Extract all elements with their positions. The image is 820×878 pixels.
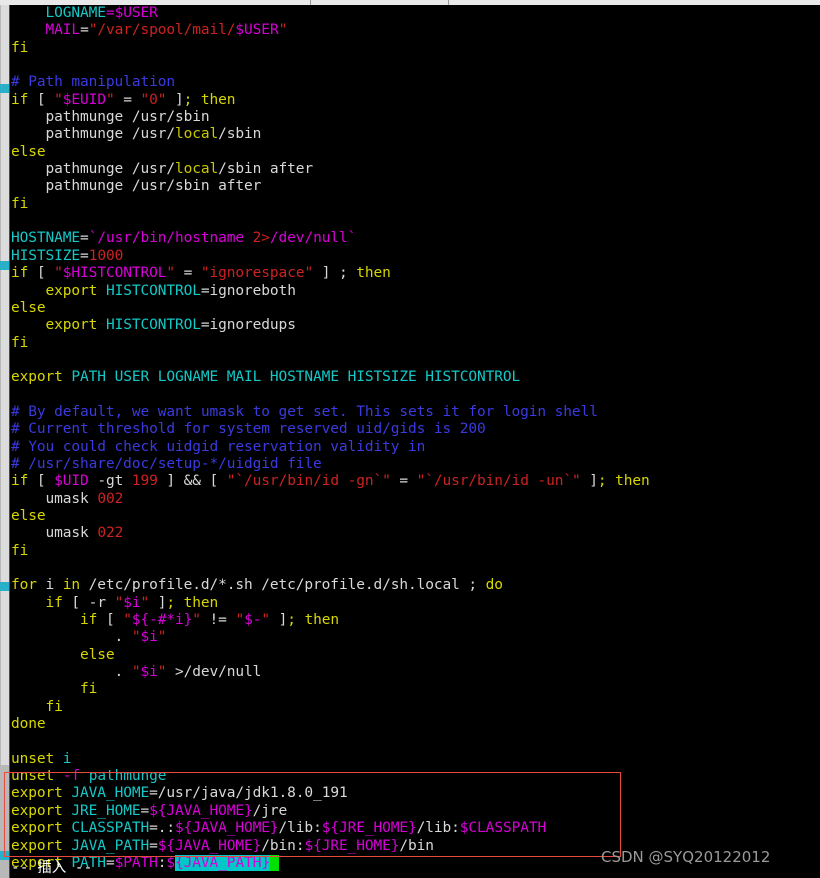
bracket-match-highlight: {JAVA_PATH}: [175, 854, 270, 871]
code-line[interactable]: else: [11, 300, 820, 317]
code-line[interactable]: for i in /etc/profile.d/*.sh /etc/profil…: [11, 577, 820, 594]
code-line-classpath[interactable]: export CLASSPATH=.:${JAVA_HOME}/lib:${JR…: [11, 820, 820, 837]
scrollbar-marker[interactable]: [0, 261, 9, 270]
code-line[interactable]: fi: [11, 335, 820, 352]
code-line[interactable]: done: [11, 716, 820, 733]
code-line[interactable]: fi: [11, 681, 820, 698]
scrollbar-marker[interactable]: [0, 84, 9, 93]
code-line-blank[interactable]: [11, 560, 820, 577]
text-cursor: [269, 854, 279, 871]
scrollbar-marker[interactable]: [0, 851, 9, 860]
code-line[interactable]: else: [11, 508, 820, 525]
code-line-blank[interactable]: [11, 213, 820, 230]
code-line[interactable]: # Path manipulation: [11, 74, 820, 91]
vim-status-line: -- 插入 --: [11, 860, 93, 876]
code-line[interactable]: if [ -r "$i" ]; then: [11, 595, 820, 612]
code-line[interactable]: pathmunge /usr/sbin after: [11, 178, 820, 195]
code-line[interactable]: # Current threshold for system reserved …: [11, 421, 820, 438]
code-line[interactable]: export PATH USER LOGNAME MAIL HOSTNAME H…: [11, 369, 820, 386]
code-line[interactable]: unset -f pathmunge: [11, 768, 820, 785]
code-line-java-home[interactable]: export JAVA_HOME=/usr/java/jdk1.8.0_191: [11, 785, 820, 802]
code-line[interactable]: # You could check uidgid reservation val…: [11, 439, 820, 456]
code-line-blank[interactable]: [11, 733, 820, 750]
code-line[interactable]: umask 022: [11, 525, 820, 542]
code-line[interactable]: MAIL="/var/spool/mail/$USER": [11, 22, 820, 39]
code-line[interactable]: # By default, we want umask to get set. …: [11, 404, 820, 421]
code-line[interactable]: . "$i" >/dev/null: [11, 664, 820, 681]
vim-editor-buffer[interactable]: LOGNAME=$USER MAIL="/var/spool/mail/$USE…: [11, 5, 820, 878]
code-line[interactable]: fi: [11, 40, 820, 57]
code-line[interactable]: umask 002: [11, 491, 820, 508]
code-line-blank[interactable]: [11, 57, 820, 74]
code-line[interactable]: LOGNAME=$USER: [11, 5, 820, 22]
code-line[interactable]: pathmunge /usr/sbin: [11, 109, 820, 126]
code-line[interactable]: export HISTCONTROL=ignoreboth: [11, 283, 820, 300]
code-line[interactable]: if [ "$EUID" = "0" ]; then: [11, 92, 820, 109]
code-line[interactable]: HISTSIZE=1000: [11, 248, 820, 265]
code-line[interactable]: if [ "${-#*i}" != "$-" ]; then: [11, 612, 820, 629]
code-line[interactable]: if [ $UID -gt 199 ] && [ "`/usr/bin/id -…: [11, 473, 820, 490]
code-line-jre-home[interactable]: export JRE_HOME=${JAVA_HOME}/jre: [11, 803, 820, 820]
code-line[interactable]: export HISTCONTROL=ignoredups: [11, 317, 820, 334]
code-line[interactable]: # /usr/share/doc/setup-*/uidgid file: [11, 456, 820, 473]
code-line[interactable]: fi: [11, 196, 820, 213]
code-line[interactable]: HOSTNAME=`/usr/bin/hostname 2>/dev/null`: [11, 230, 820, 247]
code-line[interactable]: fi: [11, 543, 820, 560]
code-line[interactable]: unset i: [11, 751, 820, 768]
code-line[interactable]: fi: [11, 699, 820, 716]
csdn-watermark: CSDN @SYQ20122012: [601, 848, 771, 866]
code-line-blank[interactable]: [11, 352, 820, 369]
code-line[interactable]: else: [11, 144, 820, 161]
code-line[interactable]: if [ "$HISTCONTROL" = "ignorespace" ] ; …: [11, 265, 820, 282]
code-line[interactable]: else: [11, 647, 820, 664]
code-line[interactable]: pathmunge /usr/local/sbin: [11, 126, 820, 143]
scrollbar-thumb[interactable]: [1, 5, 9, 765]
code-line[interactable]: . "$i": [11, 629, 820, 646]
code-line[interactable]: pathmunge /usr/local/sbin after: [11, 161, 820, 178]
scrollbar-marker[interactable]: [0, 582, 9, 591]
vertical-scrollbar[interactable]: [0, 5, 10, 878]
code-line-blank[interactable]: [11, 387, 820, 404]
